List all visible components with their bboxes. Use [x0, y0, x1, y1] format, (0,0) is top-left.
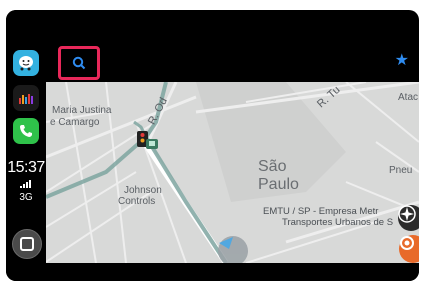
traffic-light-icon: [137, 131, 158, 149]
network-type: 3G: [19, 192, 33, 203]
compass-button[interactable]: [398, 205, 419, 231]
my-location-button[interactable]: [218, 236, 248, 263]
navigation-arrow-icon: [219, 237, 233, 249]
label-maria-justina: Maria Justina: [52, 105, 112, 116]
report-button[interactable]: [399, 235, 419, 263]
label-pneu: Pneu: [389, 165, 413, 176]
waze-app-icon[interactable]: [13, 50, 39, 76]
star-icon[interactable]: ★: [395, 50, 409, 70]
label-emtu-line2: Transportes Urbanos de S: [282, 217, 394, 228]
map-view[interactable]: Maria Justina e Camargo R. Od R. Tu Atac…: [46, 82, 419, 263]
podcast-app-icon[interactable]: [13, 85, 39, 111]
label-camargo: e Camargo: [50, 117, 100, 128]
label-johnson: Johnson: [124, 185, 162, 196]
city-name-line1: São: [258, 158, 287, 175]
search-icon: [72, 56, 86, 70]
label-emtu-line1: EMTU / SP - Empresa Metr: [263, 206, 379, 217]
home-square-icon: [20, 237, 34, 251]
phone-app-icon[interactable]: [13, 118, 39, 144]
bottom-bar: [46, 263, 419, 281]
home-button[interactable]: [12, 229, 42, 259]
report-icon: [400, 236, 414, 250]
compass-icon: [398, 205, 416, 223]
label-controls: Controls: [118, 196, 156, 207]
city-name-line2: Paulo: [258, 176, 299, 193]
carplay-screen: 15:37 3G ★ Maria Justina e Camargo R. Od…: [6, 10, 419, 281]
clock-time: 15:37: [7, 159, 45, 176]
label-ata: Atac: [398, 92, 419, 103]
signal-strength-icon: [6, 180, 46, 190]
search-button[interactable]: [58, 46, 100, 80]
waze-top-bar: ★: [46, 42, 419, 82]
carplay-sidebar: 15:37 3G: [6, 10, 46, 281]
